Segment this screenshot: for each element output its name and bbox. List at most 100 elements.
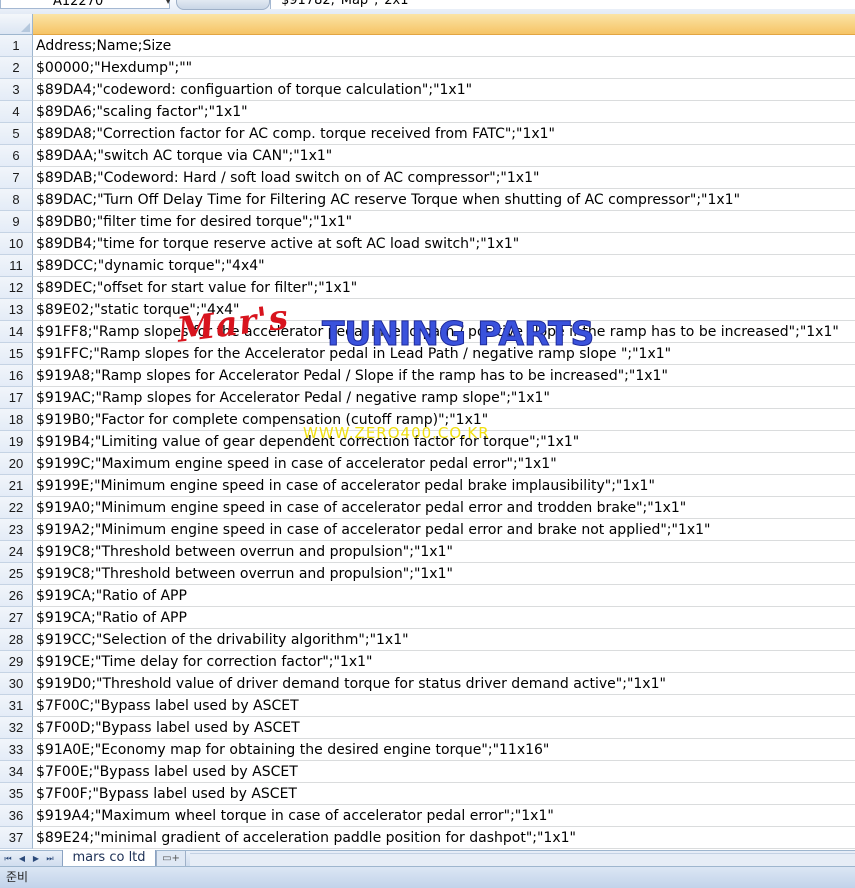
row-header[interactable]: 12: [0, 277, 33, 299]
cell-a[interactable]: $9199E;"Minimum engine speed in case of …: [33, 475, 855, 497]
cell-a[interactable]: $89DA4;"codeword: configuartion of torqu…: [33, 79, 855, 101]
row-header[interactable]: 32: [0, 717, 33, 739]
row-header[interactable]: 20: [0, 453, 33, 475]
row-header[interactable]: 1: [0, 35, 33, 57]
cell-a[interactable]: $89DAA;"switch AC torque via CAN";"1x1": [33, 145, 855, 167]
cell-a[interactable]: $919A0;"Minimum engine speed in case of …: [33, 497, 855, 519]
cell-a[interactable]: $919CA;"Ratio of APP: [33, 607, 855, 629]
row-header[interactable]: 28: [0, 629, 33, 651]
cell-a[interactable]: $7F00D;"Bypass label used by ASCET: [33, 717, 855, 739]
row-header[interactable]: 17: [0, 387, 33, 409]
table-row: 30 $919D0;"Threshold value of driver dema…: [0, 673, 855, 695]
row-header[interactable]: 13: [0, 299, 33, 321]
cell-a[interactable]: $919A4;"Maximum wheel torque in case of …: [33, 805, 855, 827]
row-header[interactable]: 6: [0, 145, 33, 167]
row-header[interactable]: 19: [0, 431, 33, 453]
insert-sheet-icon[interactable]: ▭+: [156, 851, 186, 867]
last-sheet-icon[interactable]: ⏭: [44, 851, 56, 867]
table-row: 32 $7F00D;"Bypass label used by ASCET: [0, 717, 855, 739]
previous-sheet-icon[interactable]: ◀: [16, 851, 28, 867]
row-header[interactable]: 3: [0, 79, 33, 101]
cell-a[interactable]: $919C8;"Threshold between overrun and pr…: [33, 541, 855, 563]
row-header[interactable]: 25: [0, 563, 33, 585]
next-sheet-icon[interactable]: ▶: [30, 851, 42, 867]
row-header[interactable]: 24: [0, 541, 33, 563]
row-header[interactable]: 16: [0, 365, 33, 387]
row-header[interactable]: 30: [0, 673, 33, 695]
cell-a[interactable]: $7F00E;"Bypass label used by ASCET: [33, 761, 855, 783]
first-sheet-icon[interactable]: ⏮: [2, 851, 14, 867]
spreadsheet-grid: 1 Address;Name;Size 2 $00000;"Hexdump";"" 3 $…: [0, 14, 855, 850]
row-header[interactable]: 27: [0, 607, 33, 629]
cell-a[interactable]: $7F00F;"Bypass label used by ASCET: [33, 783, 855, 805]
cell-a[interactable]: $89DAC;"Turn Off Delay Time for Filterin…: [33, 189, 855, 211]
row-header[interactable]: 8: [0, 189, 33, 211]
cell-a[interactable]: $7F00C;"Bypass label used by ASCET: [33, 695, 855, 717]
cell-a[interactable]: Address;Name;Size: [33, 35, 855, 57]
cell-a[interactable]: $89DCC;"dynamic torque";"4x4": [33, 255, 855, 277]
row-list: 1 Address;Name;Size 2 $00000;"Hexdump";"" 3 $…: [0, 35, 855, 849]
column-header-a[interactable]: [33, 14, 855, 35]
horizontal-scrollbar[interactable]: [190, 853, 855, 866]
row-header[interactable]: 2: [0, 57, 33, 79]
table-row: 19 $919B4;"Limiting value of gear depende…: [0, 431, 855, 453]
row-header[interactable]: 23: [0, 519, 33, 541]
cell-a[interactable]: $89DB4;"time for torque reserve active a…: [33, 233, 855, 255]
row-header[interactable]: 15: [0, 343, 33, 365]
cell-a[interactable]: $89DA8;"Correction factor for AC comp. t…: [33, 123, 855, 145]
cell-a[interactable]: $919AC;"Ramp slopes for Accelerator Peda…: [33, 387, 855, 409]
row-header[interactable]: 22: [0, 497, 33, 519]
row-header[interactable]: 35: [0, 783, 33, 805]
row-header[interactable]: 11: [0, 255, 33, 277]
select-all-button[interactable]: [0, 14, 33, 35]
chevron-down-icon[interactable]: ▼: [165, 0, 171, 5]
cell-a[interactable]: $919B0;"Factor for complete compensation…: [33, 409, 855, 431]
row-header[interactable]: 29: [0, 651, 33, 673]
cell-a[interactable]: $91FF8;"Ramp slopes for the accelerator …: [33, 321, 855, 343]
row-header[interactable]: 34: [0, 761, 33, 783]
table-row: 36 $919A4;"Maximum wheel torque in case o…: [0, 805, 855, 827]
row-header[interactable]: 7: [0, 167, 33, 189]
row-header[interactable]: 31: [0, 695, 33, 717]
table-row: 21 $9199E;"Minimum engine speed in case o…: [0, 475, 855, 497]
cell-a[interactable]: $89DAB;"Codeword: Hard / soft load switc…: [33, 167, 855, 189]
cell-a[interactable]: $89DEC;"offset for start value for filte…: [33, 277, 855, 299]
cell-a[interactable]: $89E02;"static torque";"4x4": [33, 299, 855, 321]
row-header[interactable]: 5: [0, 123, 33, 145]
row-header[interactable]: 10: [0, 233, 33, 255]
table-row: 2 $00000;"Hexdump";"": [0, 57, 855, 79]
cell-a[interactable]: $9199C;"Maximum engine speed in case of …: [33, 453, 855, 475]
cell-a[interactable]: $89DA6;"scaling factor";"1x1": [33, 101, 855, 123]
name-box[interactable]: A12270: [0, 0, 170, 9]
status-text: 준비: [6, 870, 29, 884]
cell-a[interactable]: $91FFC;"Ramp slopes for the Accelerator …: [33, 343, 855, 365]
row-header[interactable]: 21: [0, 475, 33, 497]
cell-a[interactable]: $919CC;"Selection of the drivability alg…: [33, 629, 855, 651]
row-header[interactable]: 33: [0, 739, 33, 761]
row-header[interactable]: 9: [0, 211, 33, 233]
formula-input[interactable]: $91782,"Map","2x1": [270, 0, 855, 9]
table-row: 27 $919CA;"Ratio of APP: [0, 607, 855, 629]
table-row: 31 $7F00C;"Bypass label used by ASCET: [0, 695, 855, 717]
cell-a[interactable]: $919B4;"Limiting value of gear dependent…: [33, 431, 855, 453]
row-header[interactable]: 36: [0, 805, 33, 827]
cell-a[interactable]: $919A8;"Ramp slopes for Accelerator Peda…: [33, 365, 855, 387]
formula-bar-expand-button[interactable]: [176, 0, 270, 10]
cell-a[interactable]: $919CA;"Ratio of APP: [33, 585, 855, 607]
cell-a[interactable]: $919C8;"Threshold between overrun and pr…: [33, 563, 855, 585]
cell-a[interactable]: $919CE;"Time delay for correction factor…: [33, 651, 855, 673]
row-header[interactable]: 18: [0, 409, 33, 431]
row-header[interactable]: 26: [0, 585, 33, 607]
cell-a[interactable]: $91A0E;"Economy map for obtaining the de…: [33, 739, 855, 761]
cell-a[interactable]: $89DB0;"filter time for desired torque";…: [33, 211, 855, 233]
sheet-tab-active[interactable]: mars co ltd: [62, 850, 156, 867]
cell-a[interactable]: $00000;"Hexdump";"": [33, 57, 855, 79]
cell-a[interactable]: $919D0;"Threshold value of driver demand…: [33, 673, 855, 695]
cell-a[interactable]: $89E24;"minimal gradient of acceleration…: [33, 827, 855, 849]
cell-a[interactable]: $919A2;"Minimum engine speed in case of …: [33, 519, 855, 541]
table-row: 4 $89DA6;"scaling factor";"1x1": [0, 101, 855, 123]
table-row: 23 $919A2;"Minimum engine speed in case o…: [0, 519, 855, 541]
row-header[interactable]: 4: [0, 101, 33, 123]
row-header[interactable]: 14: [0, 321, 33, 343]
row-header[interactable]: 37: [0, 827, 33, 849]
